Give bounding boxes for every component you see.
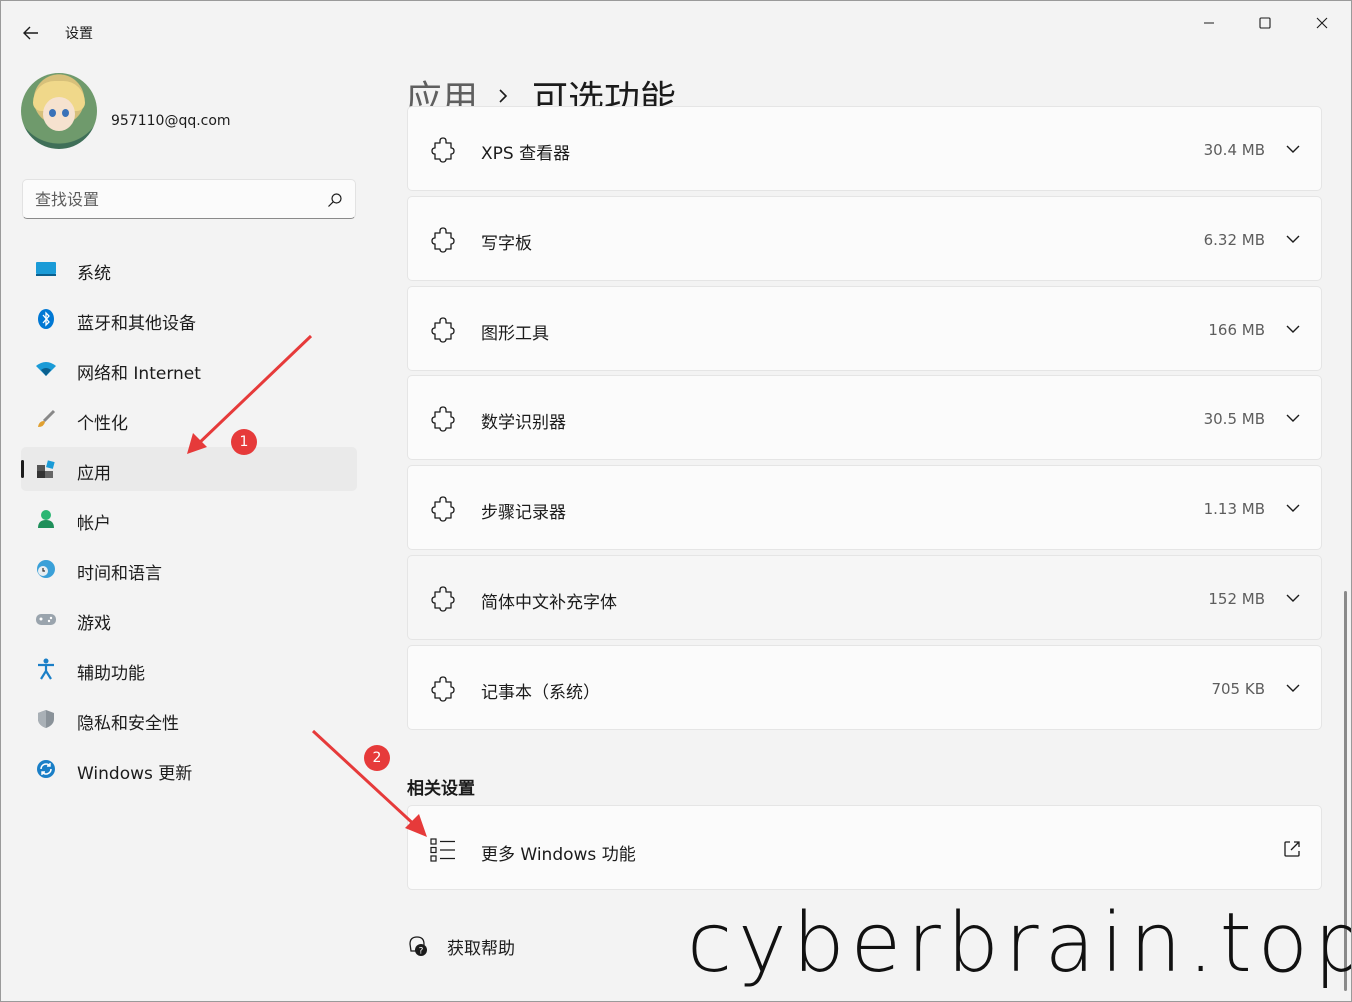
sidebar-item-accounts[interactable]: 帐户 [21, 497, 357, 541]
feature-item[interactable]: 步骤记录器 1.13 MB [407, 465, 1322, 550]
puzzle-piece-icon [431, 137, 455, 163]
feature-size: 705 KB [1211, 680, 1265, 698]
related-settings-heading: 相关设置 [407, 779, 475, 799]
feature-item[interactable]: 简体中文补充字体 152 MB [407, 555, 1322, 640]
sidebar-item-label: 系统 [77, 264, 111, 284]
sidebar-item-personalization[interactable]: 个性化 [21, 397, 357, 441]
settings-window: 设置 957110@qq.com 查找设置 系统 蓝牙和其他设备 网络和 Int… [0, 0, 1352, 1002]
feature-name: 记事本（系统） [481, 683, 600, 703]
sidebar-item-label: 时间和语言 [77, 564, 162, 584]
sidebar-item-label: 应用 [77, 464, 111, 484]
help-icon: ? [409, 936, 427, 957]
feature-size: 166 MB [1208, 321, 1265, 339]
annotation-badge-1: 1 [231, 429, 257, 455]
list-icon [430, 838, 455, 862]
system-icon [35, 259, 57, 279]
back-button[interactable] [15, 19, 47, 47]
wifi-icon [35, 359, 57, 379]
puzzle-piece-icon [431, 586, 455, 612]
sidebar-item-label: 帐户 [77, 514, 111, 534]
minimize-icon [1204, 22, 1214, 24]
chevron-down-icon[interactable] [1285, 323, 1301, 335]
puzzle-piece-icon [431, 317, 455, 343]
sidebar-item-label: 网络和 Internet [77, 364, 201, 384]
sidebar-item-label: 个性化 [77, 414, 128, 434]
feature-item[interactable]: 写字板 6.32 MB [407, 196, 1322, 281]
chevron-right-icon [498, 86, 512, 106]
feature-size: 6.32 MB [1203, 231, 1265, 249]
sidebar-item-apps[interactable]: 应用 [21, 447, 357, 491]
accessibility-icon [35, 658, 57, 680]
feature-name: 写字板 [481, 234, 532, 254]
bluetooth-icon [35, 309, 57, 329]
maximize-icon [1259, 17, 1271, 29]
puzzle-piece-icon [431, 676, 455, 702]
feature-size: 30.5 MB [1203, 410, 1265, 428]
sidebar-item-label: Windows 更新 [77, 764, 193, 784]
annotation-badge-2: 2 [364, 745, 390, 771]
sidebar-item-time-language[interactable]: 时间和语言 [21, 547, 357, 591]
chevron-down-icon[interactable] [1285, 143, 1301, 155]
active-indicator [21, 460, 24, 478]
puzzle-piece-icon [431, 496, 455, 522]
feature-item[interactable]: 记事本（系统） 705 KB [407, 645, 1322, 730]
shield-icon [35, 709, 57, 729]
title-bar: 设置 [1, 1, 1351, 49]
feature-name: 简体中文补充字体 [481, 593, 617, 613]
maximize-button[interactable] [1242, 9, 1288, 37]
search-icon[interactable] [327, 192, 343, 208]
back-arrow-icon [23, 26, 38, 40]
feature-item[interactable]: XPS 查看器 30.4 MB [407, 106, 1322, 191]
sidebar-item-windows-update[interactable]: Windows 更新 [21, 747, 357, 791]
feature-name: 数学识别器 [481, 413, 566, 433]
feature-size: 1.13 MB [1203, 500, 1265, 518]
feature-name: XPS 查看器 [481, 144, 571, 164]
feature-size: 152 MB [1208, 590, 1265, 608]
chevron-down-icon[interactable] [1285, 233, 1301, 245]
feature-item[interactable]: 图形工具 166 MB [407, 286, 1322, 371]
svg-text:?: ? [419, 947, 424, 957]
feature-item[interactable]: 数学识别器 30.5 MB [407, 375, 1322, 460]
minimize-button[interactable] [1186, 9, 1232, 37]
gamepad-icon [35, 609, 57, 629]
puzzle-piece-icon [431, 406, 455, 432]
sidebar-item-accessibility[interactable]: 辅助功能 [21, 647, 357, 691]
avatar[interactable] [21, 73, 97, 149]
account-icon [35, 509, 57, 529]
sidebar-item-gaming[interactable]: 游戏 [21, 597, 357, 641]
apps-icon [35, 459, 57, 479]
sidebar-item-network[interactable]: 网络和 Internet [21, 347, 357, 391]
get-help-link[interactable]: ? 获取帮助 [407, 931, 515, 961]
feature-name: 步骤记录器 [481, 503, 566, 523]
chevron-down-icon[interactable] [1285, 682, 1301, 694]
puzzle-piece-icon [431, 227, 455, 253]
sidebar-item-label: 蓝牙和其他设备 [77, 314, 196, 334]
sidebar-item-system[interactable]: 系统 [21, 247, 357, 291]
watermark: cyberbrain.top [687, 896, 1352, 991]
sidebar-item-bluetooth[interactable]: 蓝牙和其他设备 [21, 297, 357, 341]
get-help-label: 获取帮助 [447, 938, 515, 959]
sidebar-item-label: 游戏 [77, 614, 111, 634]
sidebar-item-privacy[interactable]: 隐私和安全性 [21, 697, 357, 741]
close-icon [1316, 17, 1328, 29]
chevron-down-icon[interactable] [1285, 412, 1301, 424]
feature-name: 图形工具 [481, 324, 549, 344]
chevron-down-icon[interactable] [1285, 502, 1301, 514]
sidebar-item-label: 隐私和安全性 [77, 714, 179, 734]
more-windows-features-link[interactable]: 更多 Windows 功能 [407, 805, 1322, 890]
chevron-down-icon[interactable] [1285, 592, 1301, 604]
account-email: 957110@qq.com [111, 113, 231, 129]
search-box[interactable] [22, 179, 356, 219]
close-button[interactable] [1299, 9, 1345, 37]
brush-icon [35, 409, 57, 429]
more-windows-features-label: 更多 Windows 功能 [481, 845, 636, 865]
sidebar-item-label: 辅助功能 [77, 664, 145, 684]
open-external-icon [1284, 841, 1300, 857]
sidebar-nav: 系统 蓝牙和其他设备 网络和 Internet 个性化 应用 帐户 时间和语言 … [21, 247, 357, 797]
search-input[interactable] [35, 188, 315, 210]
update-icon [35, 759, 57, 779]
globe-clock-icon [35, 559, 57, 579]
window-title: 设置 [65, 26, 93, 42]
feature-size: 30.4 MB [1203, 141, 1265, 159]
